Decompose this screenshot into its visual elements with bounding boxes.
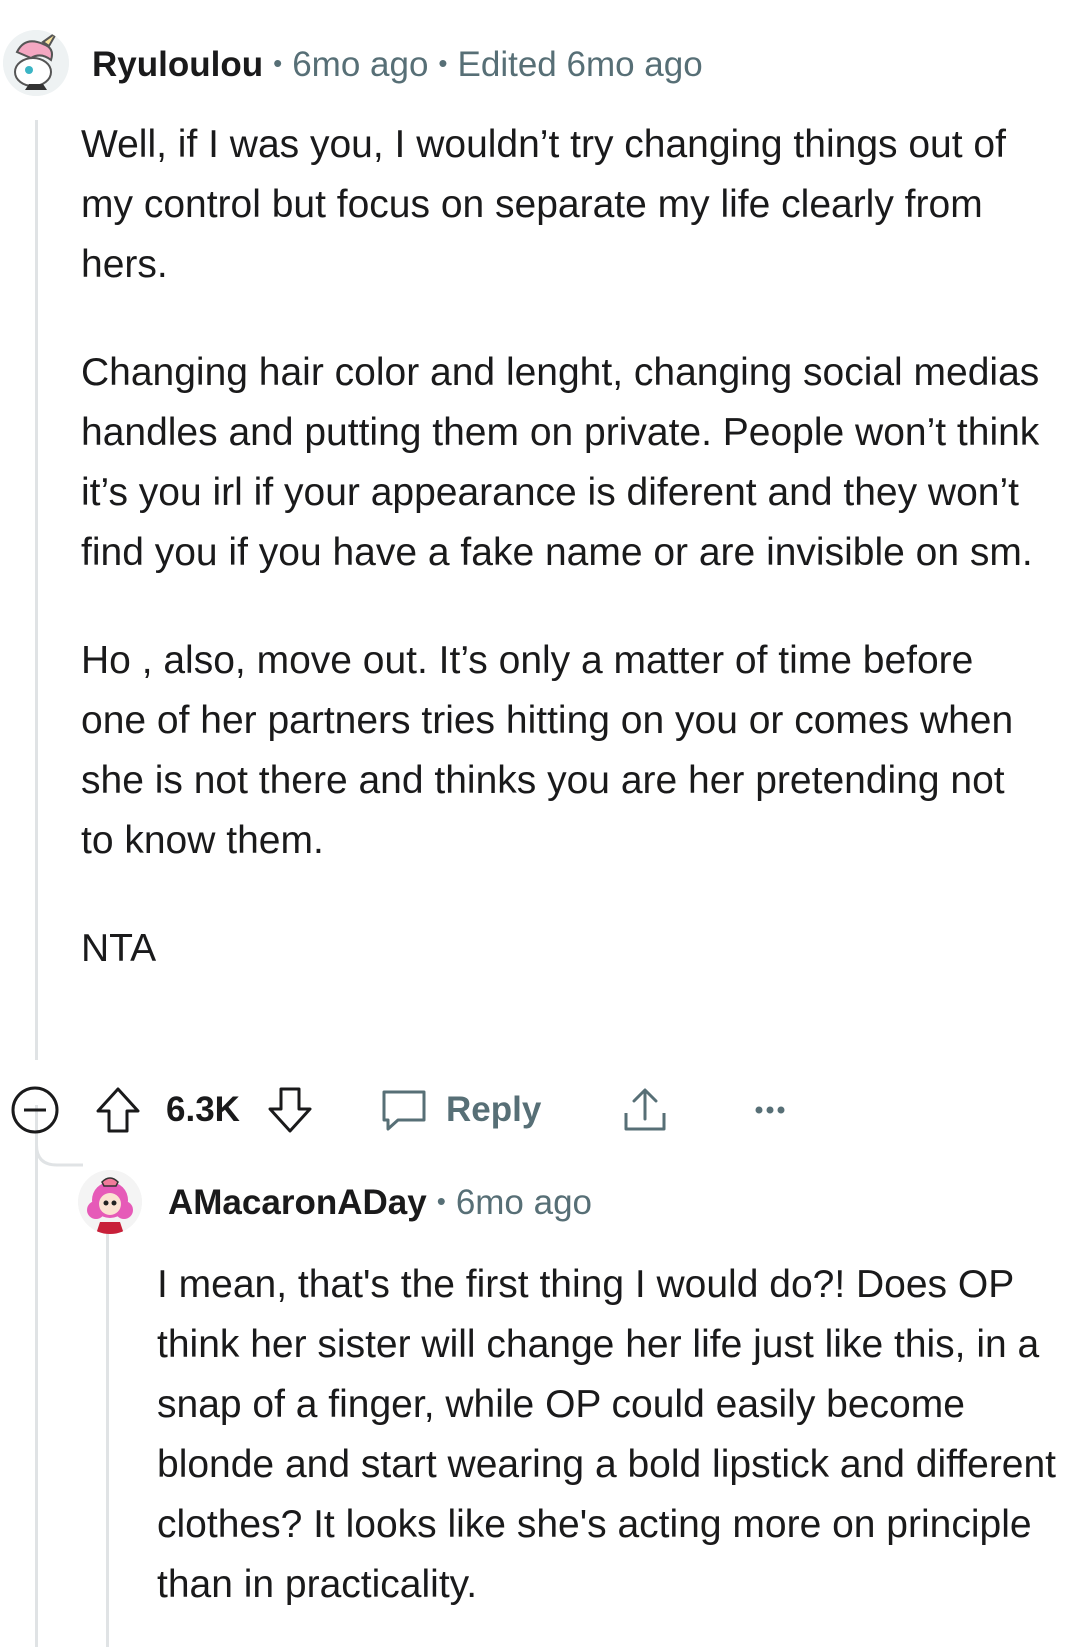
thread-line-reply[interactable] (106, 1205, 109, 1647)
comment-body: I mean, that's the first thing I would d… (157, 1255, 1077, 1615)
downvote-button[interactable] (266, 1080, 314, 1140)
comment-age: 6mo ago (292, 45, 429, 84)
collapse-button[interactable] (10, 1080, 60, 1140)
share-button[interactable] (622, 1080, 668, 1140)
thread-line-main[interactable] (35, 120, 38, 1060)
separator-dot: • (273, 48, 283, 78)
macaron-character-avatar-icon (78, 1170, 142, 1234)
downvote-arrow-icon (268, 1087, 312, 1133)
comment-paragraph: Ho , also, move out. It’s only a matter … (81, 639, 1014, 862)
reply-button[interactable]: Reply (380, 1080, 541, 1140)
comment-meta: AMacaronADay • 6mo ago (168, 1183, 592, 1225)
comment-meta: Ryuloulou • 6mo ago • Edited 6mo ago (92, 45, 703, 87)
share-upload-icon (624, 1088, 666, 1131)
unicorn-avatar-icon (3, 30, 69, 96)
more-dots-icon (755, 1106, 785, 1114)
comment-paragraph: Changing hair color and lenght, changing… (81, 351, 1040, 574)
avatar[interactable] (78, 1170, 142, 1234)
comment-age: 6mo ago (455, 1183, 593, 1222)
more-options-button[interactable] (755, 1080, 785, 1140)
score: 6.3K (166, 1080, 240, 1140)
comment-paragraph: Well, if I was you, I wouldn’t try chang… (81, 123, 1006, 286)
comment-action-bar: 6.3K Reply (0, 1080, 1080, 1140)
reply-label: Reply (446, 1090, 542, 1129)
comment-paragraph: I mean, that's the first thing I would d… (157, 1263, 1057, 1606)
upvote-button[interactable] (94, 1080, 142, 1140)
avatar[interactable] (3, 30, 69, 96)
comment-body: Well, if I was you, I wouldn’t try chang… (81, 115, 1041, 979)
upvote-arrow-icon (96, 1087, 140, 1133)
comment-paragraph: NTA (81, 927, 157, 970)
vote-score: 6.3K (166, 1090, 240, 1129)
author-name[interactable]: Ryuloulou (92, 45, 263, 84)
edited-label: Edited 6mo ago (457, 45, 703, 84)
collapse-minus-icon (11, 1086, 59, 1134)
separator-dot: • (436, 1186, 446, 1216)
speech-bubble-icon (382, 1090, 426, 1131)
author-name[interactable]: AMacaronADay (168, 1183, 427, 1222)
thread-line-main-lower[interactable] (35, 1105, 38, 1647)
separator-dot: • (438, 48, 448, 78)
